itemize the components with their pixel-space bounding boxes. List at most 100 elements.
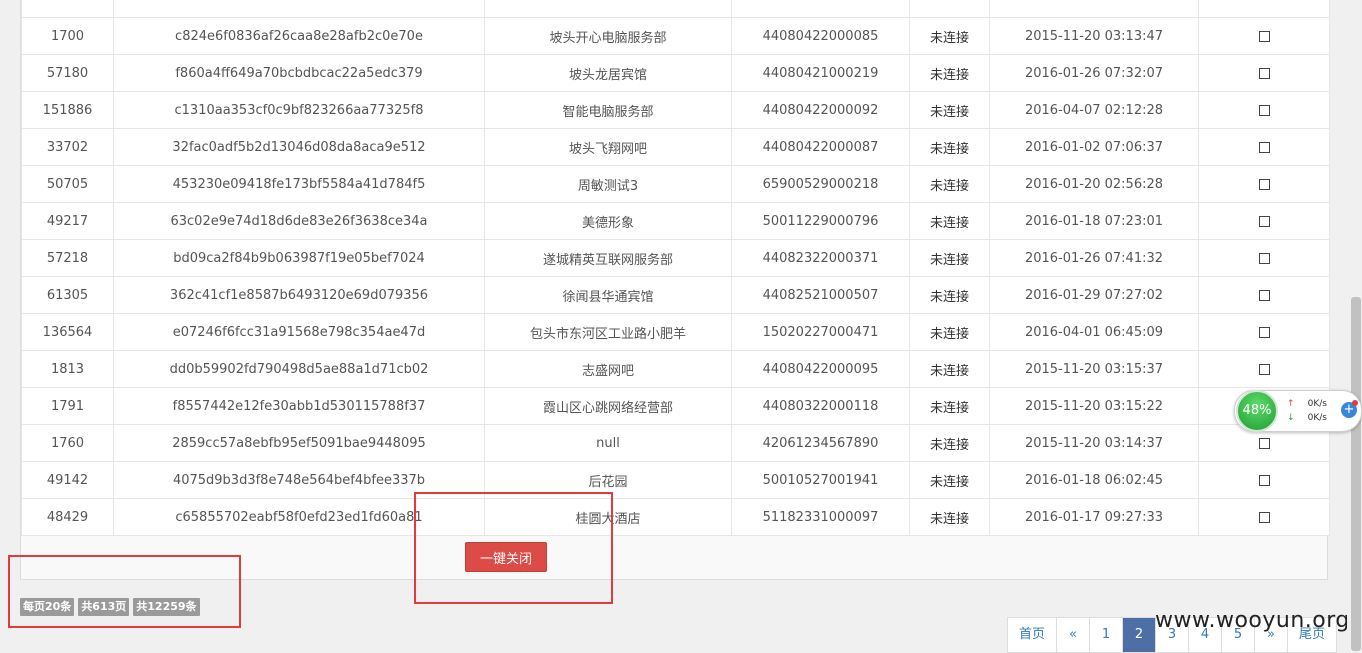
download-speed: ↓ 0K/s [1287, 413, 1327, 423]
cell-name [484, 0, 732, 18]
cell-hash: 32fac0adf5b2d13046d08da8aca9e512 [113, 128, 485, 166]
cell-status: 未连接 [909, 239, 990, 277]
row-checkbox[interactable] [1258, 289, 1270, 301]
cell-time [989, 0, 1199, 18]
pagination-page-1[interactable]: 1 [1090, 618, 1123, 652]
cell-hash: 63c02e9e74d18d6de83e26f3638ce34a [113, 202, 485, 240]
table-row: 49142 4075d9b3d3f8e748e564bef4bfee337b 后花园… [21, 461, 1330, 499]
cell-status: 未连接 [909, 54, 990, 92]
cell-code: 44080421000219 [731, 54, 910, 92]
cell-id: 1760 [21, 424, 114, 462]
row-checkbox[interactable] [1258, 67, 1270, 79]
cell-status: 未连接 [909, 91, 990, 129]
total-pages-badge: 共613页 [78, 598, 130, 616]
table-row: 48429 c65855702eabf58f0efd23ed1fd60a81 桂圆大… [21, 498, 1330, 536]
cell-code: 42061234567890 [731, 424, 910, 462]
network-monitor-widget[interactable]: 48% ↑ 0K/s ↓ 0K/s + [1234, 390, 1362, 432]
cell-status: 未连接 [909, 128, 990, 166]
cell-hash [113, 0, 485, 18]
cell-id: 48429 [21, 498, 114, 536]
table-row: 151886 c1310aa353cf0c9bf823266aa77325f8 智能… [21, 91, 1330, 129]
cell-code: 65900529000218 [731, 165, 910, 203]
cell-time: 2016-04-07 02:12:28 [989, 91, 1199, 129]
cell-name: 周敏测试3 [484, 165, 732, 203]
cell-status: 未连接 [909, 313, 990, 351]
table-row: 57218 bd09ca2f84b9b063987f19e05bef7024 遂城精… [21, 239, 1330, 277]
cell-time: 2016-01-18 06:02:45 [989, 461, 1199, 499]
cell-time: 2016-01-20 02:56:28 [989, 165, 1199, 203]
highlight-box-button [414, 492, 613, 604]
row-checkbox[interactable] [1258, 141, 1270, 153]
cell-id [21, 0, 114, 18]
row-checkbox[interactable] [1258, 252, 1270, 264]
cell-hash: 362c41cf1e8587b6493120e69d079356 [113, 276, 485, 314]
cell-hash: f860a4ff649a70bcbdbcac22a5edc379 [113, 54, 485, 92]
connection-table: 1700 c824e6f0836af26caa8e28afb2c0e70e 坡头开心… [21, 0, 1330, 536]
table-row: 1791 f8557442e12fe30abb1d530115788f37 霞山区心… [21, 387, 1330, 425]
table-row: 1700 c824e6f0836af26caa8e28afb2c0e70e 坡头开心… [21, 17, 1330, 55]
row-checkbox[interactable] [1258, 474, 1270, 486]
row-checkbox[interactable] [1258, 511, 1270, 523]
cell-code: 44082521000507 [731, 276, 910, 314]
scrollbar-thumb[interactable] [1351, 297, 1361, 651]
cell-time: 2016-01-18 07:23:01 [989, 202, 1199, 240]
table-row: 61305 362c41cf1e8587b6493120e69d079356 徐闻县… [21, 276, 1330, 314]
cell-hash: bd09ca2f84b9b063987f19e05bef7024 [113, 239, 485, 277]
cell-name: 志盛网吧 [484, 350, 732, 388]
cell-name: 美德形象 [484, 202, 732, 240]
cell-code: 44080422000085 [731, 17, 910, 55]
notification-dot-icon [1352, 400, 1358, 406]
row-checkbox[interactable] [1258, 30, 1270, 42]
per-page-badge: 每页20条 [20, 598, 75, 616]
download-speed-value: 0K/s [1307, 413, 1327, 423]
row-checkbox[interactable] [1258, 437, 1270, 449]
table-row: 50705 453230e09418fe173bf5584a41d784f5 周敏测… [21, 165, 1330, 203]
cell-hash: f8557442e12fe30abb1d530115788f37 [113, 387, 485, 425]
highlight-box-stats [8, 555, 241, 628]
cell-time: 2016-01-26 07:32:07 [989, 54, 1199, 92]
cell-hash: 453230e09418fe173bf5584a41d784f5 [113, 165, 485, 203]
cell-id: 57180 [21, 54, 114, 92]
row-checkbox[interactable] [1258, 363, 1270, 375]
arrow-down-icon: ↓ [1287, 413, 1295, 423]
total-items-badge: 共12259条 [133, 598, 200, 616]
cell-name: 遂城精英互联网服务部 [484, 239, 732, 277]
cell-select [1198, 239, 1330, 277]
row-checkbox[interactable] [1258, 104, 1270, 116]
cell-status: 未连接 [909, 350, 990, 388]
cell-name: null [484, 424, 732, 462]
cell-time: 2016-01-02 07:06:37 [989, 128, 1199, 166]
cell-hash: e07246f6fcc31a91568e798c354ae47d [113, 313, 485, 351]
cell-code: 44080422000095 [731, 350, 910, 388]
table-row: 136564 e07246f6fcc31a91568e798c354ae47d 包头… [21, 313, 1330, 351]
table-row: 33702 32fac0adf5b2d13046d08da8aca9e512 坡头飞… [21, 128, 1330, 166]
cell-select [1198, 17, 1330, 55]
cell-id: 1813 [21, 350, 114, 388]
cell-name: 包头市东河区工业路小肥羊 [484, 313, 732, 351]
row-checkbox[interactable] [1258, 178, 1270, 190]
cell-id: 49217 [21, 202, 114, 240]
cell-name: 徐闻县华通宾馆 [484, 276, 732, 314]
cell-time: 2016-01-26 07:41:32 [989, 239, 1199, 277]
cell-status: 未连接 [909, 498, 990, 536]
pagination-prev[interactable]: « [1057, 618, 1090, 652]
pagination-page-2[interactable]: 2 [1123, 618, 1156, 652]
cell-name: 霞山区心跳网络经营部 [484, 387, 732, 425]
cell-code: 44080422000087 [731, 128, 910, 166]
cell-status: 未连接 [909, 461, 990, 499]
arrow-up-icon: ↑ [1287, 399, 1295, 409]
cell-status [909, 0, 990, 18]
cell-hash: dd0b59902fd790498d5ae88a1d71cb02 [113, 350, 485, 388]
cell-time: 2016-01-29 07:27:02 [989, 276, 1199, 314]
cell-hash: 2859cc57a8ebfb95ef5091bae9448095 [113, 424, 485, 462]
cell-select [1198, 91, 1330, 129]
cell-code: 50011229000796 [731, 202, 910, 240]
pagination-first[interactable]: 首页 [1008, 618, 1057, 652]
cell-id: 49142 [21, 461, 114, 499]
cell-time: 2015-11-20 03:14:37 [989, 424, 1199, 462]
cell-select [1198, 461, 1330, 499]
row-checkbox[interactable] [1258, 215, 1270, 227]
cell-select [1198, 202, 1330, 240]
watermark: www.wooyun.org [1155, 608, 1350, 633]
row-checkbox[interactable] [1258, 326, 1270, 338]
